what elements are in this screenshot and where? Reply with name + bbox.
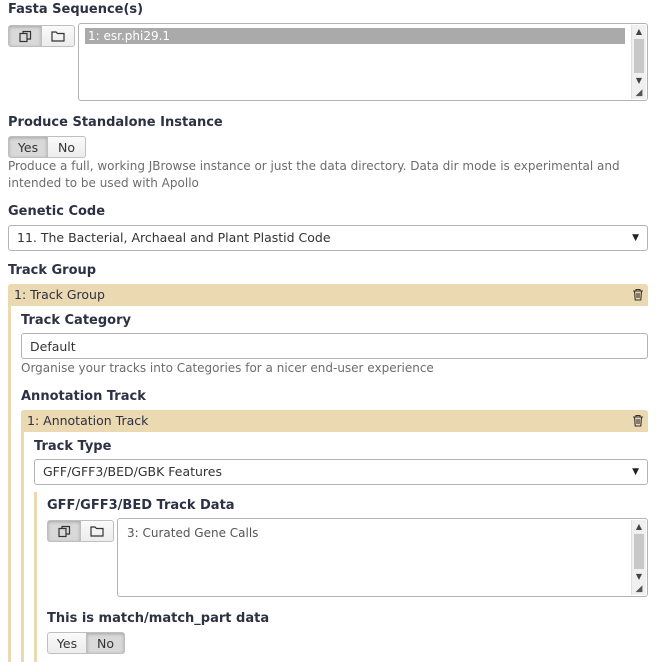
- gff-option[interactable]: 3: Curated Gene Calls: [124, 525, 625, 541]
- genetic-code-select[interactable]: 11. The Bacterial, Archaeal and Plant Pl…: [8, 225, 648, 251]
- standalone-toggle: Yes No: [8, 136, 86, 158]
- copy-icon: [18, 30, 31, 42]
- annotation-track-border: [21, 432, 24, 662]
- track-type-value: GFF/GFF3/BED/GBK Features: [43, 464, 222, 479]
- track-type-border: [34, 492, 37, 662]
- track-group-border: [8, 306, 11, 662]
- gff-track-select[interactable]: 3: Curated Gene Calls ▲ ▼ ◢: [117, 518, 648, 597]
- scroll-down-icon[interactable]: ▼: [632, 74, 646, 87]
- caret-down-icon: ▼: [632, 467, 639, 477]
- track-category-label: Track Category: [21, 313, 131, 328]
- fasta-option[interactable]: 1: esr.phi29.1: [85, 28, 625, 44]
- standalone-help: Produce a full, working JBrowse instance…: [8, 159, 620, 190]
- copy-button[interactable]: [8, 25, 42, 47]
- scroll-thumb[interactable]: [634, 534, 644, 569]
- annotation-track-label: Annotation Track: [21, 389, 146, 404]
- scroll-up-icon[interactable]: ▲: [632, 25, 646, 38]
- track-type-label: Track Type: [34, 439, 112, 454]
- track-category-input[interactable]: [21, 333, 648, 359]
- scroll-thumb[interactable]: [634, 39, 644, 73]
- gff-scrollbar[interactable]: ▲ ▼ ◢: [631, 520, 646, 595]
- trash-icon[interactable]: [632, 288, 644, 301]
- gff-track-data-label: GFF/GFF3/BED Track Data: [47, 498, 235, 513]
- fasta-label: Fasta Sequence(s): [8, 2, 144, 17]
- browse-button[interactable]: [42, 25, 75, 47]
- scroll-up-icon[interactable]: ▲: [632, 520, 646, 533]
- track-type-select[interactable]: GFF/GFF3/BED/GBK Features ▼: [34, 459, 648, 485]
- fasta-scrollbar[interactable]: ▲ ▼ ◢: [631, 25, 646, 99]
- annotation-track-header: 1: Annotation Track: [21, 410, 648, 432]
- genetic-code-label: Genetic Code: [8, 204, 106, 219]
- folder-icon: [51, 31, 65, 42]
- scroll-down-icon[interactable]: ▼: [632, 570, 646, 583]
- match-no-button[interactable]: No: [87, 632, 125, 654]
- annotation-track-title: 1: Annotation Track: [27, 413, 149, 428]
- genetic-code-value: 11. The Bacterial, Archaeal and Plant Pl…: [17, 230, 331, 245]
- trash-icon[interactable]: [632, 414, 644, 427]
- resize-grip-icon[interactable]: ◢: [632, 87, 646, 99]
- standalone-label: Produce Standalone Instance: [8, 115, 223, 130]
- match-part-label: This is match/match_part data: [47, 611, 270, 626]
- browse-button[interactable]: [81, 520, 114, 542]
- match-part-toggle: Yes No: [47, 632, 125, 654]
- standalone-yes-button[interactable]: Yes: [8, 136, 48, 158]
- track-group-header: 1: Track Group: [8, 284, 648, 306]
- gff-mode-toggle: [47, 520, 114, 542]
- track-category-help: Organise your tracks into Categories for…: [21, 361, 434, 375]
- standalone-no-button[interactable]: No: [48, 136, 86, 158]
- folder-icon: [90, 526, 104, 537]
- caret-down-icon: ▼: [632, 233, 639, 243]
- track-group-title: 1: Track Group: [14, 287, 105, 302]
- track-group-label: Track Group: [8, 263, 97, 278]
- fasta-select[interactable]: 1: esr.phi29.1 ▲ ▼ ◢: [78, 23, 648, 101]
- copy-button[interactable]: [47, 520, 81, 542]
- fasta-mode-toggle: [8, 25, 75, 47]
- match-yes-button[interactable]: Yes: [47, 632, 87, 654]
- copy-icon: [57, 525, 70, 537]
- resize-grip-icon[interactable]: ◢: [632, 583, 646, 595]
